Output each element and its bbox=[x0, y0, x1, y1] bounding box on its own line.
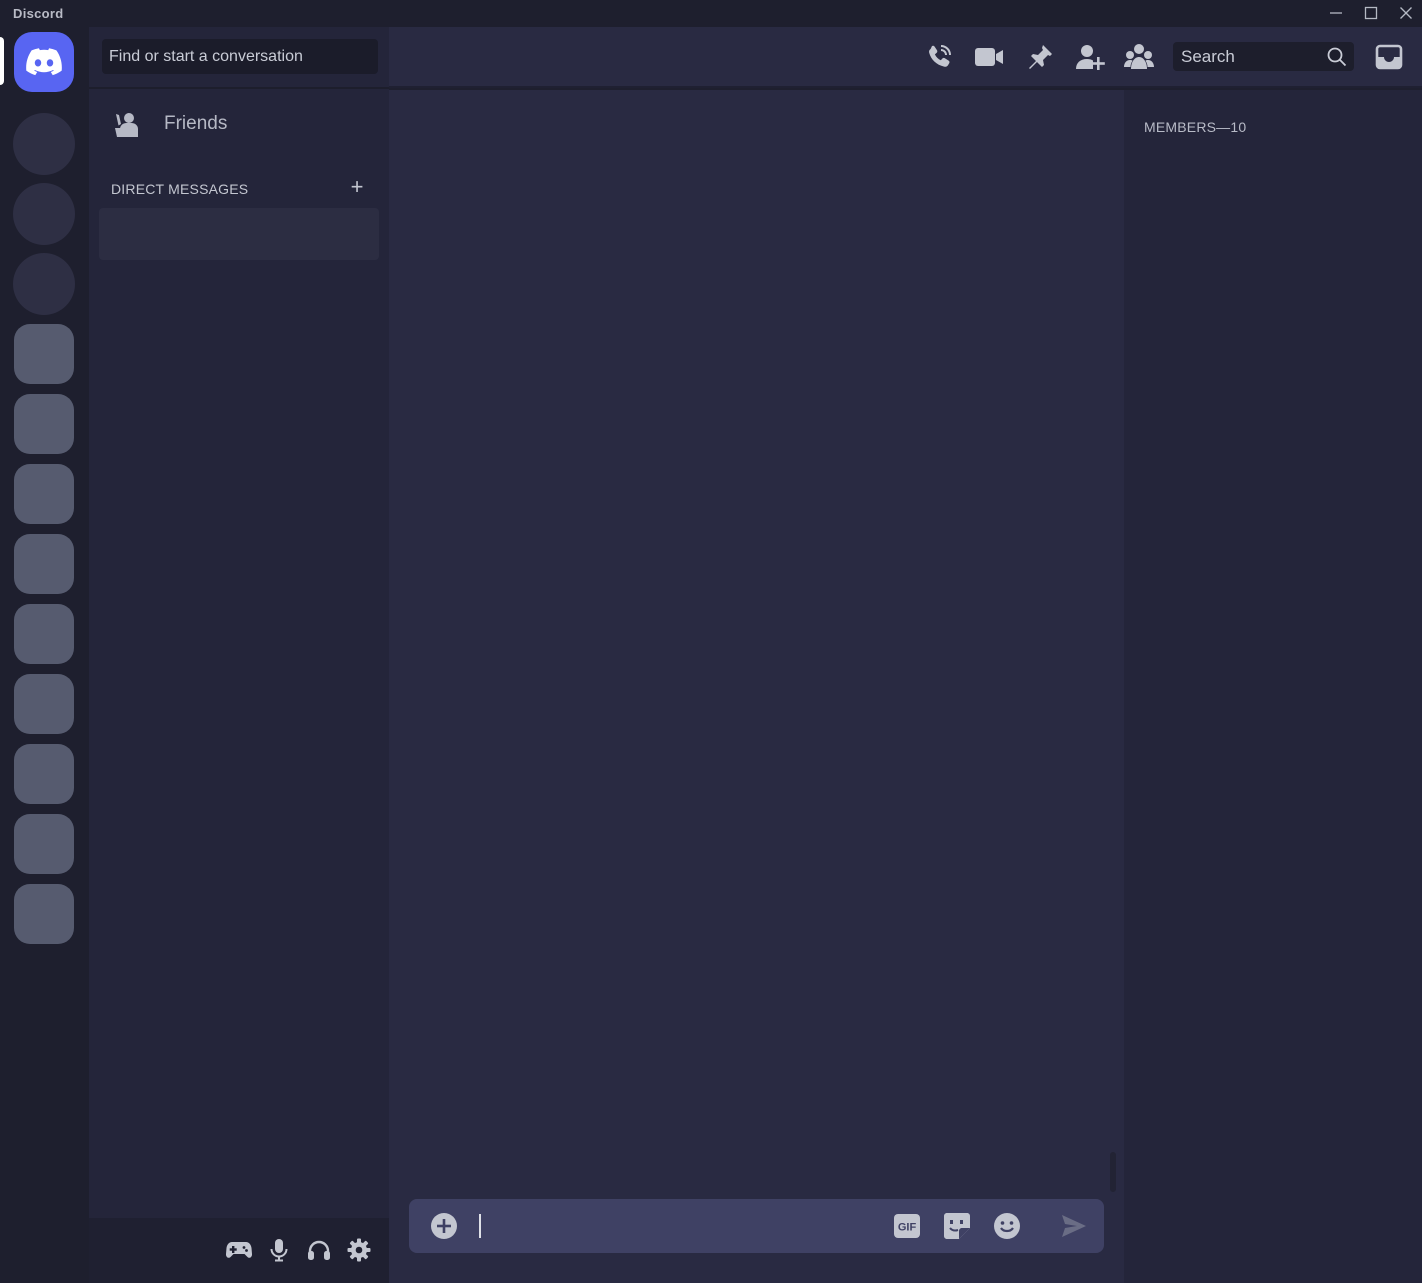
app-title: Discord bbox=[13, 6, 64, 21]
gif-icon: GIF bbox=[894, 1214, 920, 1238]
user-panel bbox=[89, 1218, 389, 1283]
chat-area: GIF bbox=[389, 90, 1124, 1283]
microphone-icon bbox=[270, 1239, 288, 1262]
server-icon[interactable] bbox=[14, 394, 74, 454]
emoji-button[interactable] bbox=[991, 1210, 1023, 1242]
chat-header: Search bbox=[389, 27, 1422, 88]
server-icon[interactable] bbox=[14, 464, 74, 524]
sticker-button[interactable] bbox=[941, 1210, 973, 1242]
attach-plus-icon bbox=[431, 1213, 457, 1239]
headphones-icon bbox=[308, 1240, 330, 1260]
discord-logo-icon bbox=[26, 48, 62, 76]
server-icon[interactable] bbox=[14, 674, 74, 734]
search-label: Search bbox=[1181, 47, 1235, 66]
video-call-icon bbox=[975, 48, 1003, 66]
attach-button[interactable] bbox=[428, 1210, 460, 1242]
member-list-icon bbox=[1124, 44, 1154, 69]
user-settings-button[interactable] bbox=[343, 1234, 375, 1266]
direct-messages-header: DIRECT MESSAGES bbox=[111, 181, 249, 197]
dm-sidebar: Find or start a conversation Friends DIR… bbox=[89, 27, 389, 1283]
title-bar: Discord bbox=[0, 0, 1422, 27]
server-icon[interactable] bbox=[14, 884, 74, 944]
minimize-icon bbox=[1330, 12, 1342, 14]
chat-scrollbar[interactable] bbox=[1110, 1152, 1116, 1192]
chat-search-input[interactable]: Search bbox=[1173, 42, 1354, 71]
member-list-panel: MEMBERS—10 bbox=[1124, 90, 1422, 1283]
friends-label: Friends bbox=[164, 113, 228, 134]
activity-controller-icon bbox=[226, 1242, 252, 1258]
message-input[interactable] bbox=[482, 1209, 882, 1243]
dm-list-item[interactable] bbox=[99, 208, 379, 260]
start-video-call-button[interactable] bbox=[971, 39, 1007, 75]
server-icon[interactable] bbox=[14, 814, 74, 874]
search-icon bbox=[1327, 47, 1347, 72]
member-list-toggle-button[interactable] bbox=[1121, 39, 1157, 75]
server-icon[interactable] bbox=[14, 324, 74, 384]
add-friends-to-dm-button[interactable] bbox=[1072, 39, 1108, 75]
send-button[interactable] bbox=[1058, 1210, 1090, 1242]
server-icon[interactable] bbox=[14, 534, 74, 594]
home-selected-pill bbox=[0, 37, 4, 85]
maximize-icon bbox=[1364, 6, 1378, 20]
inbox-button[interactable] bbox=[1371, 39, 1407, 75]
start-voice-call-button[interactable] bbox=[921, 39, 957, 75]
svg-text:GIF: GIF bbox=[898, 1222, 917, 1234]
sticker-icon bbox=[944, 1213, 970, 1239]
add-friend-icon bbox=[1076, 45, 1105, 70]
friends-wave-icon bbox=[106, 104, 146, 144]
divider bbox=[89, 87, 389, 89]
server-rail bbox=[0, 27, 89, 1283]
mute-button[interactable] bbox=[263, 1234, 295, 1266]
emoji-icon bbox=[994, 1213, 1020, 1239]
create-dm-button[interactable]: + bbox=[347, 176, 367, 198]
members-header: MEMBERS—10 bbox=[1144, 119, 1247, 135]
server-icon[interactable] bbox=[13, 253, 75, 315]
server-icon[interactable] bbox=[14, 604, 74, 664]
deafen-button[interactable] bbox=[303, 1234, 335, 1266]
text-caret bbox=[479, 1214, 481, 1238]
voice-call-icon bbox=[929, 45, 951, 67]
inbox-icon bbox=[1375, 44, 1403, 70]
activity-button[interactable] bbox=[223, 1234, 255, 1266]
gif-button[interactable]: GIF bbox=[891, 1210, 923, 1242]
minimize-button[interactable] bbox=[1319, 0, 1353, 26]
pinned-messages-icon bbox=[1029, 45, 1052, 69]
pinned-messages-button[interactable] bbox=[1022, 39, 1058, 75]
close-button[interactable] bbox=[1389, 0, 1422, 26]
settings-gear-icon bbox=[347, 1238, 371, 1262]
maximize-button[interactable] bbox=[1354, 0, 1388, 26]
server-icon[interactable] bbox=[14, 744, 74, 804]
friends-nav-item[interactable]: Friends bbox=[101, 101, 379, 147]
send-icon bbox=[1062, 1215, 1086, 1237]
close-icon bbox=[1400, 7, 1412, 19]
find-conversation-search[interactable]: Find or start a conversation bbox=[102, 39, 378, 74]
home-button[interactable] bbox=[14, 32, 74, 92]
message-composer: GIF bbox=[409, 1199, 1104, 1253]
server-icon[interactable] bbox=[13, 183, 75, 245]
server-icon[interactable] bbox=[13, 113, 75, 175]
